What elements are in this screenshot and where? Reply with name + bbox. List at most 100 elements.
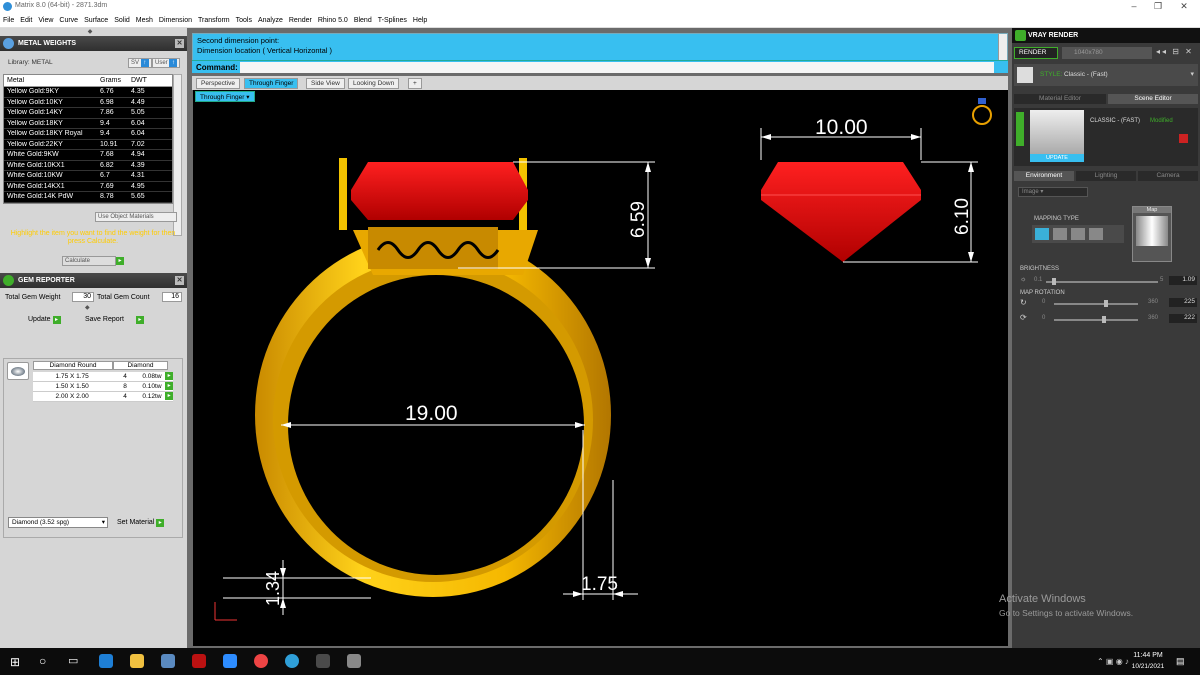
add-tab-button[interactable]: + — [408, 78, 422, 89]
mapping-plane-icon[interactable] — [1035, 228, 1049, 240]
table-row[interactable]: Yellow Gold:14KY 7.86 5.05 — [4, 108, 172, 119]
rotation-knob-2[interactable] — [1102, 316, 1106, 323]
tray-icons[interactable]: ⌃ ▣ ◉ ♪ — [1097, 657, 1129, 666]
rotation-value-2[interactable]: 222 — [1169, 314, 1197, 323]
panel-grip[interactable]: ◆ — [80, 28, 100, 35]
close-button[interactable]: ✕ — [1172, 1, 1196, 12]
mapping-sphere-icon[interactable] — [1071, 228, 1085, 240]
minimize-button[interactable]: – — [1122, 1, 1146, 12]
material-select[interactable]: Diamond (3.52 spg) ▾ — [8, 517, 108, 528]
update-preset-button[interactable]: UPDATE — [1030, 154, 1084, 162]
close-gem-panel-icon[interactable]: ✕ — [175, 276, 184, 285]
menu-file[interactable]: File — [3, 17, 14, 24]
menu-rhino[interactable]: Rhino 5.0 — [318, 17, 348, 24]
col-dwt[interactable]: DWT — [129, 77, 171, 84]
menu-edit[interactable]: Edit — [20, 17, 32, 24]
tab-scene-editor[interactable]: Scene Editor — [1108, 94, 1198, 104]
preset-thumbnail[interactable] — [1030, 110, 1084, 154]
set-material-button[interactable]: Set Material ▸ — [117, 519, 165, 527]
table-row[interactable]: Yellow Gold:18KY Royal 9.4 6.04 — [4, 129, 172, 140]
clock-time[interactable]: 11:44 PM — [1130, 652, 1166, 659]
table-row[interactable]: White Gold:14KX1 7.69 4.95 — [4, 181, 172, 192]
rotation-slider-1[interactable] — [1054, 303, 1138, 305]
task-view-icon[interactable]: ▭ — [68, 654, 78, 667]
menu-tsplines[interactable]: T-Splines — [378, 17, 407, 24]
search-icon[interactable]: ○ — [39, 654, 46, 668]
image-select[interactable]: Image ▾ — [1018, 187, 1088, 197]
menu-render[interactable]: Render — [289, 17, 312, 24]
windows-start-icon[interactable]: ⊞ — [10, 655, 20, 669]
menu-curve[interactable]: Curve — [59, 17, 78, 24]
gem-row[interactable]: 2.00 X 2.00 4 0.12tw ▸ — [33, 392, 173, 402]
notifications-icon[interactable]: ▤ — [1176, 656, 1185, 667]
style-row[interactable]: STYLE: Classic - (Fast) ▾ — [1014, 64, 1198, 86]
file-explorer-icon[interactable] — [130, 654, 144, 668]
mapping-dome-icon[interactable] — [1089, 228, 1103, 240]
command-input[interactable] — [240, 62, 994, 73]
gem-row-go-icon[interactable]: ▸ — [165, 382, 173, 390]
rotation-value-1[interactable]: 225 — [1169, 298, 1197, 307]
map-preview[interactable]: Map — [1132, 206, 1172, 262]
clock-date[interactable]: 10/21/2021 — [1128, 663, 1168, 670]
table-row[interactable]: Yellow Gold:22KY 10.91 7.02 — [4, 139, 172, 150]
menu-view[interactable]: View — [38, 17, 53, 24]
zoom-icon[interactable] — [223, 654, 237, 668]
table-row[interactable]: Yellow Gold:18KY 9.4 6.04 — [4, 118, 172, 129]
table-row[interactable]: Yellow Gold:10KY 6.98 4.49 — [4, 97, 172, 108]
table-row[interactable]: White Gold:14K PdW 8.78 5.65 — [4, 192, 172, 203]
tab-camera[interactable]: Camera — [1138, 171, 1198, 181]
close-panel-icon[interactable]: ✕ — [175, 39, 184, 48]
tab-looking-down[interactable]: Looking Down — [348, 78, 400, 89]
menu-solid[interactable]: Solid — [114, 17, 130, 24]
col-metal[interactable]: Metal — [4, 77, 98, 84]
table-row[interactable]: White Gold:10KX1 6.82 4.39 — [4, 160, 172, 171]
gem-grip[interactable]: ◆ — [85, 304, 90, 311]
brightness-value[interactable]: 1.09 — [1169, 276, 1197, 285]
resolution-field[interactable]: 1040x780 — [1062, 47, 1152, 59]
save-report-button[interactable]: Save Report ▸ — [85, 316, 144, 324]
rotation-slider-2[interactable] — [1054, 319, 1138, 321]
menu-blend[interactable]: Blend — [354, 17, 372, 24]
gem-row[interactable]: 1.75 X 1.75 4 0.08tw ▸ — [33, 372, 173, 382]
chrome-icon[interactable] — [254, 654, 268, 668]
gem-row-go-icon[interactable]: ▸ — [165, 392, 173, 400]
rhino-icon[interactable] — [316, 654, 330, 668]
tab-side-view[interactable]: Side View — [306, 78, 345, 89]
col-grams[interactable]: Grams — [98, 77, 129, 84]
menu-analyze[interactable]: Analyze — [258, 17, 283, 24]
app-icon-1[interactable] — [161, 654, 175, 668]
tab-material-editor[interactable]: Material Editor — [1014, 94, 1106, 104]
update-button[interactable]: Update ▸ — [28, 316, 61, 324]
command-scrollbar[interactable] — [998, 34, 1007, 60]
tab-environment[interactable]: Environment — [1014, 171, 1074, 181]
menu-transform[interactable]: Transform — [198, 17, 230, 24]
view-label[interactable]: Through Finger ▾ — [195, 91, 255, 102]
user-button[interactable]: User ↑ — [152, 58, 181, 68]
menu-surface[interactable]: Surface — [84, 17, 108, 24]
gem-row-go-icon[interactable]: ▸ — [165, 372, 173, 380]
calculate-go-icon[interactable]: ▸ — [116, 257, 124, 265]
render-button[interactable]: RENDER — [1014, 47, 1058, 59]
menu-help[interactable]: Help — [413, 17, 427, 24]
app-icon-2[interactable] — [192, 654, 206, 668]
edge-icon[interactable] — [99, 654, 113, 668]
menu-mesh[interactable]: Mesh — [136, 17, 153, 24]
table-row[interactable]: Yellow Gold:9KY 6.76 4.35 — [4, 87, 172, 98]
menu-dimension[interactable]: Dimension — [159, 17, 192, 24]
sv-button[interactable]: SV ↑ — [128, 58, 152, 68]
use-object-materials-button[interactable]: Use Object Materials — [95, 212, 177, 222]
brightness-slider[interactable] — [1046, 281, 1158, 283]
mapping-box-icon[interactable] — [1053, 228, 1067, 240]
brightness-knob[interactable] — [1052, 278, 1056, 285]
tab-through-finger[interactable]: Through Finger — [244, 78, 299, 89]
matrix-app-icon[interactable] — [285, 654, 299, 668]
menu-tools[interactable]: Tools — [236, 17, 252, 24]
viewport[interactable]: 10.00 6.59 6.10 19.00 1.34 1.75 — [193, 90, 1008, 646]
calculate-button[interactable]: Calculate — [62, 256, 116, 266]
app-icon-3[interactable] — [347, 654, 361, 668]
maximize-button[interactable]: ❐ — [1146, 1, 1170, 12]
table-row[interactable]: White Gold:10KW 6.7 4.31 — [4, 171, 172, 182]
table-row[interactable]: White Gold:9KW 7.68 4.94 — [4, 150, 172, 161]
reset-icon[interactable] — [1179, 134, 1188, 143]
gem-row[interactable]: 1.50 X 1.50 8 0.10tw ▸ — [33, 382, 173, 392]
